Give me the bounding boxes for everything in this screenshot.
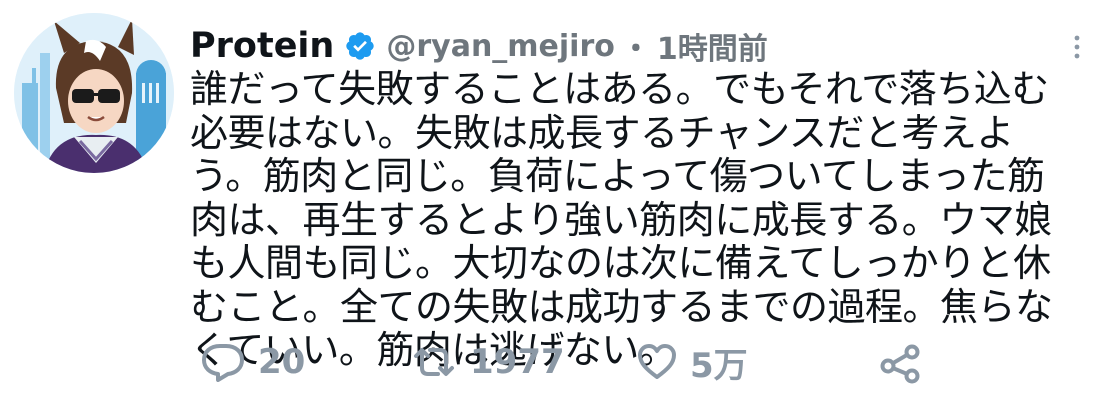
tweet-text: 誰だって失敗することはある。でもそれで落ち込む必要はない。失敗は成長するチャンス… xyxy=(190,67,1053,372)
author-handle[interactable]: @ryan_mejiro xyxy=(386,29,615,64)
avatar[interactable] xyxy=(14,13,174,173)
retweet-icon xyxy=(410,342,458,382)
timestamp[interactable]: 1時間前 xyxy=(657,24,768,68)
reply-bubble-icon xyxy=(200,342,246,382)
verified-badge-icon xyxy=(344,30,376,62)
tweet-card[interactable]: Protein @ryan_mejiro ・ 1時間前 誰だって失敗することはあ… xyxy=(0,0,1105,400)
tweet-actions: 20 1977 5万 xyxy=(0,336,1105,388)
more-vertical-icon[interactable] xyxy=(1071,34,1083,60)
retweet-button[interactable]: 1977 xyxy=(410,336,565,388)
tweet-header: Protein @ryan_mejiro ・ 1時間前 xyxy=(190,24,768,68)
like-button[interactable]: 5万 xyxy=(636,336,748,388)
reply-button[interactable]: 20 xyxy=(200,336,305,388)
heart-icon xyxy=(636,342,678,382)
share-button[interactable] xyxy=(878,336,924,388)
display-name[interactable]: Protein xyxy=(190,26,334,66)
reply-count: 20 xyxy=(258,342,306,382)
share-icon xyxy=(878,340,924,384)
like-count: 5万 xyxy=(690,345,748,386)
avatar-image xyxy=(14,13,174,173)
retweet-count: 1977 xyxy=(470,342,565,382)
separator-dot: ・ xyxy=(620,32,651,67)
